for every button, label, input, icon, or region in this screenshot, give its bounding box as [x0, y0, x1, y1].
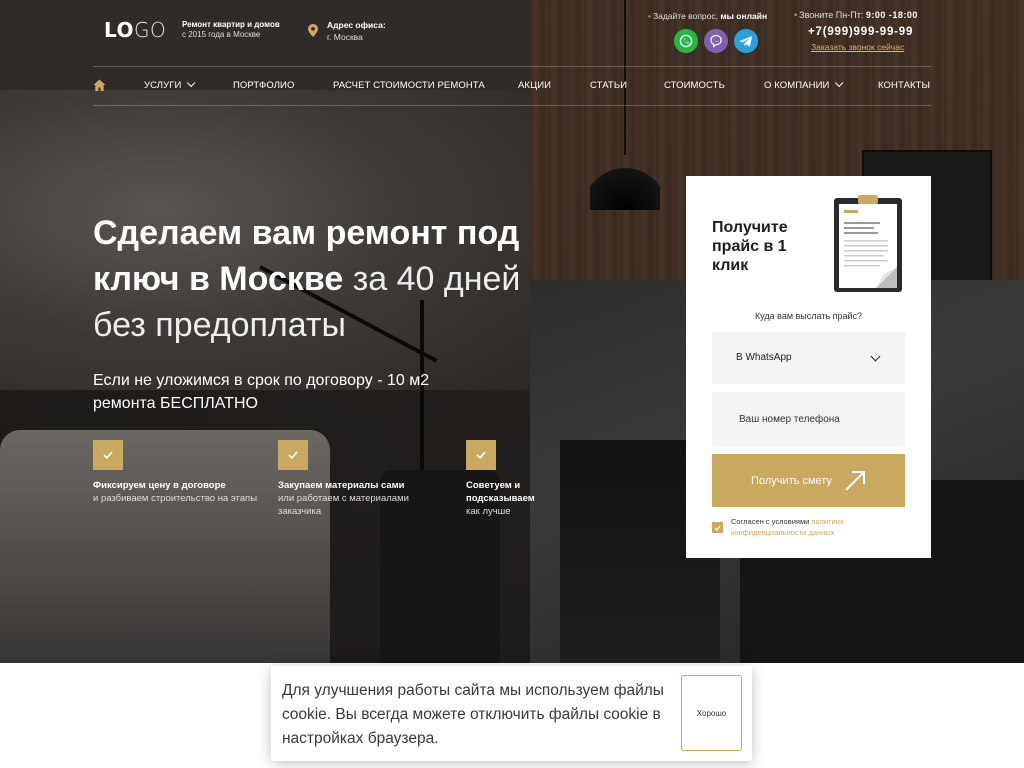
bullet-icon: • — [648, 11, 651, 21]
form-question: Куда вам выслать прайс? — [754, 311, 863, 321]
feature-item: Закупаем материалы сами или работаем с м… — [278, 440, 443, 518]
phone-number[interactable]: +7(999)999-99-99 — [808, 26, 913, 38]
nav-item-about[interactable]: О КОМПАНИИ — [764, 78, 844, 91]
price-list-clipboard-image — [834, 195, 902, 292]
tagline: Ремонт квартир и домов с 2015 года в Мос… — [182, 20, 280, 40]
site-header: LOGO Ремонт квартир и домов с 2015 года … — [0, 0, 1024, 66]
chevron-down-icon — [187, 78, 196, 88]
callback-link[interactable]: Заказать звонок сейчас — [811, 42, 904, 52]
office-address: Адрес офиса: г. Москва — [327, 19, 386, 43]
nav-item-contacts[interactable]: КОНТАКТЫ — [878, 80, 930, 91]
cookie-banner: Для улучшения работы сайта мы используем… — [271, 666, 752, 761]
checkbox-checked-icon[interactable] — [712, 522, 723, 533]
select-value: В WhatsApp — [736, 352, 792, 363]
online-status: мы онлайн — [720, 11, 768, 21]
location-pin-icon — [308, 24, 318, 37]
feature-text: или работаем с материалами заказчика — [278, 493, 409, 517]
nav-item-services[interactable]: УСЛУГИ — [144, 78, 196, 91]
address-label: Адрес офиса: — [327, 20, 386, 30]
pendant-lamp — [590, 150, 660, 210]
home-icon[interactable] — [93, 79, 106, 92]
telegram-icon[interactable] — [734, 29, 758, 53]
feature-item: Фиксируем цену в договоре и разбиваем ст… — [93, 440, 263, 505]
main-nav: УСЛУГИ ПОРТФОЛИО РАСЧЕТ СТОИМОСТИ РЕМОНТ… — [93, 66, 931, 106]
nav-item-promotions[interactable]: АКЦИИ — [518, 80, 551, 91]
logo[interactable]: LOGO — [104, 18, 166, 42]
address-value: г. Москва — [327, 32, 363, 42]
cookie-accept-button[interactable]: Хорошо — [681, 675, 742, 751]
check-icon — [93, 440, 123, 470]
nav-item-pricing[interactable]: СТОИМОСТЬ — [664, 80, 725, 91]
hero-headline: Сделаем вам ремонт под ключ в Москве за … — [93, 210, 563, 348]
cookie-text: Для улучшения работы сайта мы используем… — [282, 682, 664, 747]
feature-title: Фиксируем цену в договоре — [93, 480, 226, 491]
arrow-up-right-icon — [845, 470, 865, 491]
check-icon — [278, 440, 308, 470]
nav-item-portfolio[interactable]: ПОРТФОЛИО — [233, 80, 294, 91]
ask-question: • Задайте вопрос, мы онлайн — [648, 11, 768, 21]
viber-icon[interactable] — [704, 29, 728, 53]
nav-item-articles[interactable]: СТАТЬИ — [590, 80, 627, 91]
messenger-links — [674, 29, 758, 53]
working-hours: • Звоните Пн-Пт: 9:00 -18:00 — [794, 10, 918, 20]
bullet-icon: • — [794, 10, 798, 20]
hours-value: 9:00 -18:00 — [865, 10, 918, 20]
phone-input[interactable] — [712, 392, 905, 446]
form-title: Получите прайс в 1 клик — [712, 219, 788, 274]
feature-item: Советуем и подсказываем как лучше — [466, 440, 556, 518]
tagline-line-2: с 2015 года в Москве — [182, 30, 261, 39]
whatsapp-icon[interactable] — [674, 29, 698, 53]
consent-text: Согласен с условиями политики конфиденци… — [731, 517, 844, 537]
tagline-line-1: Ремонт квартир и домов — [182, 20, 280, 29]
hero-subline: Если не уложимся в срок по договору - 10… — [93, 372, 430, 412]
chevron-down-icon — [870, 351, 881, 362]
feature-text: и разбиваем строительство на этапы — [93, 493, 258, 504]
price-request-form: Получите прайс в 1 клик Куда вам выслать… — [686, 176, 931, 558]
check-icon — [466, 440, 496, 470]
button-label: Получить смету — [751, 474, 832, 487]
feature-title: Закупаем материалы сами — [278, 480, 405, 491]
nav-item-cost-calculation[interactable]: РАСЧЕТ СТОИМОСТИ РЕМОНТА — [333, 80, 485, 91]
feature-text: как лучше — [466, 506, 511, 517]
feature-title: Советуем и подсказываем — [466, 480, 535, 504]
delivery-method-select[interactable]: В WhatsApp — [712, 332, 905, 384]
get-estimate-button[interactable]: Получить смету — [712, 454, 905, 507]
chevron-down-icon — [835, 78, 844, 88]
